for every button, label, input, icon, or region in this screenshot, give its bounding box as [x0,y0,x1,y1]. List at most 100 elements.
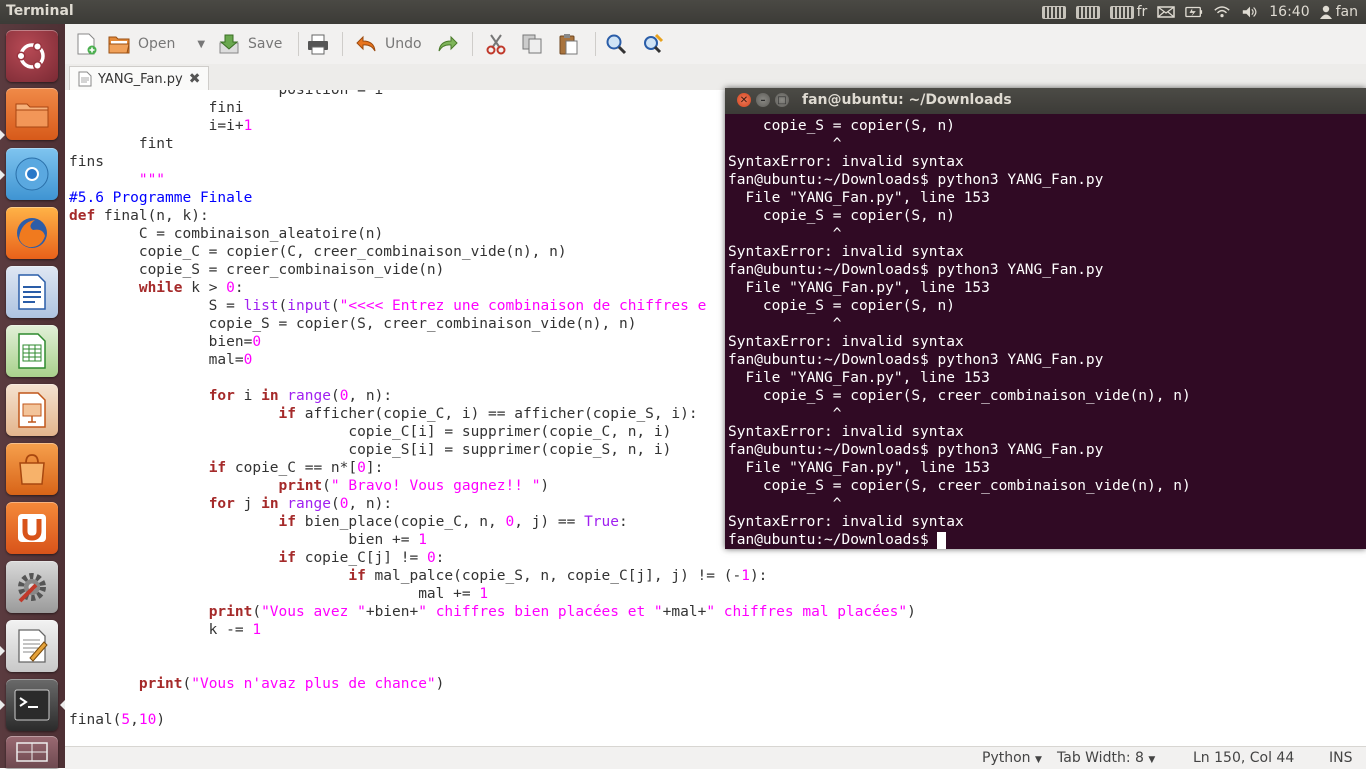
code-line: if copie_C == n*[0]: [208,460,384,476]
code-line: copie_S = creer_combinaison_vide(n) [69,262,445,278]
keyboard-icon-2[interactable] [1075,5,1100,19]
terminal-line: fan@ubuntu:~/Downloads$ python3 YANG_Fan… [728,262,1104,278]
clock[interactable]: 16:40 [1269,4,1309,20]
keyboard-layout-icon [1109,5,1134,19]
redo-arrow-icon [438,35,458,52]
launcher-dash-button[interactable] [6,30,58,82]
code-line: for i in range(0, n): [208,388,393,404]
code-line: copie_S = copier(S, creer_combinaison_vi… [69,316,637,332]
launcher-libreoffice-writer[interactable] [6,266,58,318]
ubuntu-one-icon [18,514,46,542]
terminal-line: copie_S = copier(S, n) [728,208,955,224]
wifi-icon[interactable] [1213,5,1231,19]
terminal-line: File "YANG_Fan.py", line 153 [728,370,990,386]
redo-button[interactable] [437,32,459,56]
mail-icon[interactable] [1157,5,1175,19]
terminal-line: SyntaxError: invalid syntax [728,154,964,170]
launcher [0,24,66,768]
open-label: Open [138,36,176,52]
terminal-titlebar[interactable]: ✕ – □ fan@ubuntu: ~/Downloads [725,88,1366,114]
launcher-files[interactable] [6,88,58,140]
search-button[interactable] [605,32,627,56]
undo-button[interactable]: Undo [355,32,422,56]
launcher-running-pip [0,130,5,140]
gear-icon [18,573,46,603]
launcher-libreoffice-calc[interactable] [6,325,58,377]
paste-button[interactable] [557,32,579,56]
code-line: mal += 1 [69,586,489,602]
code-line: copie_C = copier(C, creer_combinaison_vi… [69,244,567,260]
terminal-line: ^ [728,226,842,242]
code-line: final(5,10) [69,712,166,728]
save-icon [219,34,239,54]
launcher-system-settings[interactable] [6,561,58,613]
toolbar-separator [595,32,596,56]
writer-document-icon [18,274,46,310]
launcher-terminal[interactable] [6,679,58,731]
find-replace-button[interactable] [642,32,664,56]
copy-icon [522,34,542,54]
launcher-workspace-switcher[interactable] [6,736,58,768]
code-line: fini [69,100,244,116]
terminal-line: ^ [728,496,842,512]
tab-width-label: Tab Width: 8 [1057,750,1144,766]
tab-yang-fan-py[interactable]: YANG_Fan.py ✖ [69,66,210,91]
open-recent-dropdown-icon[interactable]: ▼ [197,39,205,50]
open-button[interactable]: Open ▼ [108,32,205,56]
tab-width-selector[interactable]: Tab Width: 8 ▼ [1057,750,1155,766]
minimize-window-button[interactable]: – [756,93,770,107]
code-line: mal=0 [69,352,253,368]
launcher-ubuntu-one[interactable] [6,502,58,554]
tab-close-icon[interactable]: ✖ [189,71,201,87]
new-document-button[interactable] [75,32,97,56]
code-line: i=i+1 [69,118,253,134]
cut-button[interactable] [485,32,507,56]
code-line: C = combinaison_aleatoire(n) [69,226,384,242]
toolbar-separator [472,32,473,56]
new-document-icon [77,33,97,55]
top-panel: Terminal fr 16:40 fan [0,0,1366,24]
code-line: """ [69,172,166,188]
search-icon [606,34,627,55]
language-selector[interactable]: Python ▼ [982,750,1042,766]
battery-icon[interactable] [1185,5,1203,19]
code-line: position = i [69,90,384,98]
code-line: k -= 1 [69,622,262,638]
terminal-window[interactable]: ✕ – □ fan@ubuntu: ~/Downloads copie_S = … [725,88,1366,549]
shopping-bag-icon [19,454,45,485]
terminal-line: copie_S = copier(S, creer_combinaison_vi… [728,478,1191,494]
code-line: copie_C[i] = supprimer(copie_C, n, i) [69,424,672,440]
toolbar-separator [298,32,299,56]
volume-icon[interactable] [1241,5,1259,19]
terminal-line: ^ [728,136,842,152]
copy-button[interactable] [521,32,543,56]
code-line: while k > 0: [138,280,244,296]
find-replace-icon [644,33,664,54]
launcher-software-center[interactable] [6,443,58,495]
language-dropdown-icon: ▼ [1034,755,1042,765]
terminal-line: SyntaxError: invalid syntax [728,424,964,440]
terminal-line: copie_S = copier(S, n) [728,118,955,134]
launcher-running-pip [0,170,5,180]
terminal-line: fan@ubuntu:~/Downloads$ python3 YANG_Fan… [728,172,1104,188]
terminal-title: fan@ubuntu: ~/Downloads [802,92,1012,108]
keyboard-icon[interactable] [1041,5,1066,19]
keyboard-layout-indicator[interactable]: fr [1109,4,1147,20]
maximize-window-button[interactable]: □ [775,93,789,107]
terminal-line: ^ [728,406,842,422]
code-line: copie_S[i] = supprimer(copie_S, n, i) [69,442,672,458]
code-line: print("Vous n'avaz plus de chance") [138,676,445,692]
launcher-chromium[interactable] [6,148,58,200]
user-menu[interactable]: fan [1319,4,1358,20]
close-window-button[interactable]: ✕ [737,93,751,107]
terminal-output[interactable]: copie_S = copier(S, n) ^ SyntaxError: inv… [725,114,1366,549]
launcher-text-editor[interactable] [6,620,58,672]
undo-label: Undo [385,36,422,52]
print-button[interactable] [307,32,329,56]
launcher-libreoffice-impress[interactable] [6,384,58,436]
scissors-icon [486,34,506,55]
insert-mode: INS [1329,750,1353,766]
save-button[interactable]: Save [218,32,282,56]
terminal-line: File "YANG_Fan.py", line 153 [728,460,990,476]
launcher-firefox[interactable] [6,207,58,259]
